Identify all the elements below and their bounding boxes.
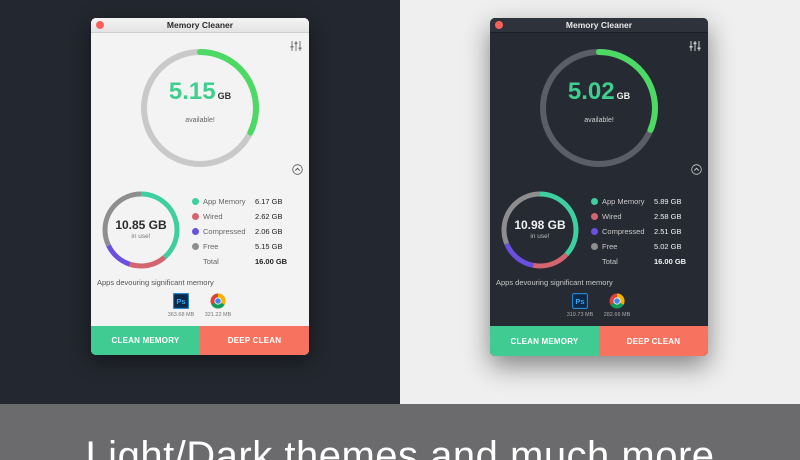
legend-value: 2.51 GB (654, 227, 682, 236)
legend-value: 5.15 GB (255, 242, 283, 251)
compressed-dot (591, 228, 598, 235)
free-dot (192, 243, 199, 250)
legend-total: Total 16.00 GB (192, 254, 302, 269)
legend-app-memory: App Memory 5.89 GB (591, 194, 701, 209)
in-use-label: in use! (530, 233, 550, 240)
close-button[interactable] (96, 21, 104, 29)
legend-compressed: Compressed 2.06 GB (192, 224, 302, 239)
in-use-value: 10.85 GB (115, 218, 167, 232)
in-use-value: 10.98 GB (514, 218, 566, 232)
photoshop-icon: Ps (572, 293, 588, 309)
legend-label: App Memory (203, 197, 246, 206)
app-photoshop[interactable]: Ps 319.73 MB (560, 293, 600, 318)
legend-free: Free 5.02 GB (591, 239, 701, 254)
legend-value: 5.02 GB (654, 242, 682, 251)
available-memory-gauge (141, 49, 259, 167)
chevron-up-icon[interactable] (292, 164, 303, 175)
app-photoshop[interactable]: Ps 363.68 MB (161, 293, 201, 318)
legend-value: 5.89 GB (654, 197, 682, 206)
legend-app-memory: App Memory 6.17 GB (192, 194, 302, 209)
window-title: Memory Cleaner (565, 20, 633, 30)
app-memory-size: 321.22 MB (204, 312, 232, 318)
legend-label: Wired (203, 212, 223, 221)
available-readout: 5.15 GB (91, 78, 309, 106)
clean-memory-button[interactable]: CLEAN MEMORY (91, 326, 200, 355)
chrome-icon (609, 293, 625, 309)
memory-cleaner-window-light: Memory Cleaner 5.15 GB available! 10.85 G… (91, 18, 309, 355)
legend-wired: Wired 2.58 GB (591, 209, 701, 224)
legend-free: Free 5.15 GB (192, 239, 302, 254)
legend-wired: Wired 2.62 GB (192, 209, 302, 224)
available-value: 5.02 (567, 78, 615, 105)
close-button[interactable] (495, 21, 503, 29)
available-label: available! (185, 117, 215, 124)
free-dot (591, 243, 598, 250)
chevron-up-icon[interactable] (691, 164, 702, 175)
legend-compressed: Compressed 2.51 GB (591, 224, 701, 239)
total-value: 16.00 GB (654, 257, 687, 266)
available-unit: GB (217, 91, 232, 101)
deep-clean-button[interactable]: DEEP CLEAN (599, 326, 708, 356)
legend-value: 6.17 GB (255, 197, 283, 206)
apps-heading: Apps devouring significant memory (496, 278, 613, 287)
settings-sliders-icon[interactable] (290, 40, 302, 52)
settings-sliders-icon[interactable] (689, 40, 701, 52)
legend-label: Compressed (203, 227, 246, 236)
deep-clean-button[interactable]: DEEP CLEAN (200, 326, 309, 355)
caption-text: Light/Dark themes and much more (85, 434, 715, 460)
legend-total: Total 16.00 GB (591, 254, 701, 269)
apps-heading: Apps devouring significant memory (97, 278, 214, 287)
app-memory-size: 363.68 MB (167, 312, 195, 318)
legend-value: 2.62 GB (255, 212, 283, 221)
svg-text:Ps: Ps (575, 297, 584, 306)
wired-dot (591, 213, 598, 220)
clean-memory-button[interactable]: CLEAN MEMORY (490, 326, 599, 356)
total-label: Total (602, 257, 618, 266)
legend-label: Wired (602, 212, 622, 221)
legend-label: Free (203, 242, 219, 251)
memory-cleaner-window-dark: Memory Cleaner 5.02 GB available! 10.98 G… (490, 18, 708, 356)
chrome-icon (210, 293, 226, 309)
app-memory-dot (192, 198, 199, 205)
legend-label: Free (602, 242, 618, 251)
app-memory-size: 319.73 MB (566, 312, 594, 318)
app-memory-size: 282.66 MB (603, 312, 631, 318)
available-value: 5.15 (168, 78, 216, 105)
app-chrome[interactable]: 282.66 MB (597, 293, 637, 318)
caption-banner: Light/Dark themes and much more (0, 404, 800, 460)
in-use-label: in use! (131, 233, 151, 240)
total-label: Total (203, 257, 219, 266)
memory-legend: App Memory 5.89 GB Wired 2.58 GB Compres… (591, 194, 701, 269)
compressed-dot (192, 228, 199, 235)
window-title: Memory Cleaner (166, 20, 234, 30)
available-unit: GB (616, 91, 631, 101)
memory-legend: App Memory 6.17 GB Wired 2.62 GB Compres… (192, 194, 302, 269)
app-chrome[interactable]: 321.22 MB (198, 293, 238, 318)
title-bar: Memory Cleaner (490, 18, 708, 33)
photoshop-icon: Ps (173, 293, 189, 309)
svg-text:Ps: Ps (176, 297, 185, 306)
app-memory-dot (591, 198, 598, 205)
available-label: available! (584, 117, 614, 124)
legend-label: App Memory (602, 197, 645, 206)
wired-dot (192, 213, 199, 220)
available-readout: 5.02 GB (490, 78, 708, 106)
title-bar: Memory Cleaner (91, 18, 309, 33)
legend-value: 2.58 GB (654, 212, 682, 221)
legend-label: Compressed (602, 227, 645, 236)
total-value: 16.00 GB (255, 257, 288, 266)
available-memory-gauge (540, 49, 658, 167)
legend-value: 2.06 GB (255, 227, 283, 236)
